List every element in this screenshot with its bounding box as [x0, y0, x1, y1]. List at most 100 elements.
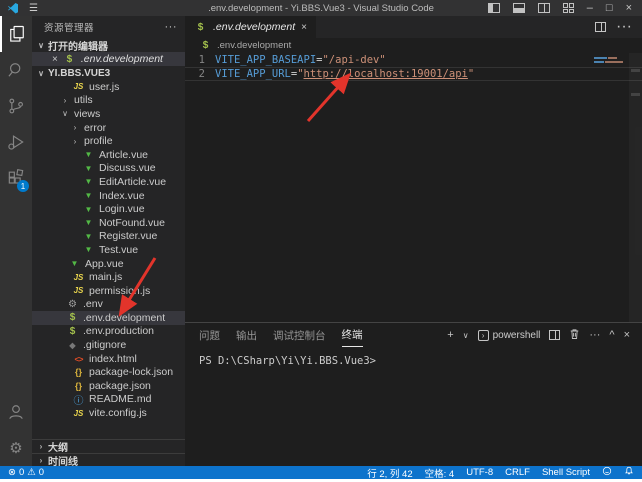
tree-item-editarticle[interactable]: ▼EditArticle.vue — [32, 175, 185, 189]
url-link[interactable]: http://localhost:19001/api — [304, 68, 468, 80]
maximize-panel-icon[interactable]: ^ — [609, 329, 614, 341]
tab-label: .env.development — [213, 21, 295, 33]
tab-debug-console[interactable]: 调试控制台 — [273, 323, 326, 347]
chevron-right-icon: › — [70, 137, 80, 146]
env-icon: $ — [199, 40, 212, 51]
terminal-dropdown-icon[interactable]: ∨ — [463, 331, 469, 340]
indent-setting[interactable]: 空格: 4 — [425, 466, 455, 480]
source-control-icon[interactable] — [0, 88, 32, 124]
feedback-icon[interactable] — [602, 466, 612, 479]
editor-scrollbar[interactable] — [629, 53, 642, 322]
tree-item-views[interactable]: ∨views — [32, 107, 185, 121]
split-editor-icon[interactable] — [595, 22, 606, 32]
toggle-sidebar-icon[interactable] — [488, 3, 500, 13]
tree-item-env-development[interactable]: $.env.development — [32, 311, 185, 325]
sidebar-more-icon[interactable]: ··· — [165, 21, 178, 33]
tree-item-notfound[interactable]: ▼NotFound.vue — [32, 216, 185, 230]
problems-status[interactable]: ⊗ 0 ⚠ 0 — [8, 467, 44, 478]
status-bar: ⊗ 0 ⚠ 0 行 2, 列 42 空格: 4 UTF-8 CRLF Shell… — [0, 466, 642, 479]
vue-icon: ▼ — [82, 245, 95, 254]
settings-gear-icon[interactable]: ⚙ — [0, 430, 32, 466]
tree-item-userjs[interactable]: JSuser.js — [32, 80, 185, 94]
tree-item-viteconfig[interactable]: JSvite.config.js — [32, 406, 185, 420]
vscode-logo-icon — [7, 2, 19, 14]
sidebar-header: 资源管理器 ··· — [32, 16, 185, 38]
tab-problems[interactable]: 问题 — [199, 323, 220, 347]
tree-item-utils[interactable]: ›utils — [32, 94, 185, 108]
vue-icon: ▼ — [82, 218, 95, 227]
tree-item-env[interactable]: ⚙.env — [32, 298, 185, 312]
close-button[interactable]: × — [626, 3, 632, 13]
kill-terminal-icon[interactable] — [569, 328, 580, 343]
env-icon: $ — [63, 54, 76, 65]
shell-selector[interactable]: › powershell — [478, 330, 541, 341]
tree-item-login[interactable]: ▼Login.vue — [32, 202, 185, 216]
vue-icon: ▼ — [82, 205, 95, 214]
tree-item-indexhtml[interactable]: <>index.html — [32, 352, 185, 366]
language-mode[interactable]: Shell Script — [542, 467, 590, 478]
chevron-down-icon: ∨ — [36, 41, 46, 50]
error-icon: ⊗ — [8, 467, 16, 478]
customize-layout-icon[interactable] — [563, 3, 574, 13]
terminal-content[interactable]: PS D:\CSharp\Yi\Yi.BBS.Vue3> — [185, 347, 642, 367]
tree-item-register[interactable]: ▼Register.vue — [32, 230, 185, 244]
tree-item-discuss[interactable]: ▼Discuss.vue — [32, 162, 185, 176]
tree-item-mainjs[interactable]: JSmain.js — [32, 270, 185, 284]
search-icon[interactable] — [0, 52, 32, 88]
chevron-right-icon: › — [36, 456, 46, 465]
env-icon: $ — [66, 326, 79, 337]
outline-section[interactable]: › 大纲 — [32, 439, 185, 453]
terminal-icon: › — [478, 330, 489, 341]
tab-output[interactable]: 输出 — [236, 323, 257, 347]
encoding[interactable]: UTF-8 — [466, 467, 493, 478]
tree-item-index[interactable]: ▼Index.vue — [32, 189, 185, 203]
new-terminal-icon[interactable]: + — [447, 329, 453, 341]
toggle-secondary-sidebar-icon[interactable] — [538, 3, 550, 13]
tab-env-development[interactable]: $ .env.development × — [185, 16, 316, 38]
maximize-button[interactable]: □ — [606, 3, 613, 13]
code-editor[interactable]: 1 VITE_APP_BASEAPI="/api-dev" 2 VITE_APP… — [185, 53, 642, 322]
open-editors-section[interactable]: ∨ 打开的编辑器 — [32, 38, 185, 52]
cursor-position[interactable]: 行 2, 列 42 — [367, 466, 412, 480]
extensions-icon[interactable]: 1 — [0, 160, 32, 196]
main-region: 1 ⚙ 资源管理器 ··· ∨ 打开的编辑器 × — [0, 16, 642, 466]
tree-item-permissionjs[interactable]: JSpermission.js — [32, 284, 185, 298]
bell-icon[interactable] — [624, 466, 634, 479]
tree-item-gitignore[interactable]: ◆.gitignore — [32, 338, 185, 352]
tree-item-env-production[interactable]: $.env.production — [32, 325, 185, 339]
account-icon[interactable] — [0, 394, 32, 430]
tree-item-packagejson[interactable]: {}package.json — [32, 379, 185, 393]
run-debug-icon[interactable] — [0, 124, 32, 160]
panel-more-icon[interactable]: ··· — [589, 329, 600, 341]
timeline-section[interactable]: › 时间线 — [32, 453, 185, 466]
tree-item-test[interactable]: ▼Test.vue — [32, 243, 185, 257]
menu-icon[interactable]: ☰ — [29, 3, 38, 14]
close-tab-icon[interactable]: × — [301, 22, 307, 33]
split-terminal-icon[interactable] — [549, 330, 560, 340]
breadcrumb[interactable]: $ .env.development — [185, 38, 642, 53]
minimap[interactable] — [594, 57, 626, 65]
toggle-panel-icon[interactable] — [513, 3, 525, 13]
tree-item-profile[interactable]: ›profile — [32, 134, 185, 148]
tree-item-appvue[interactable]: ▼App.vue — [32, 257, 185, 271]
explorer-icon[interactable] — [0, 16, 32, 52]
close-panel-icon[interactable]: × — [624, 329, 630, 341]
sidebar-title: 资源管理器 — [44, 20, 94, 34]
minimize-button[interactable]: – — [587, 3, 593, 13]
vue-icon: ▼ — [82, 164, 95, 173]
tree-item-article[interactable]: ▼Article.vue — [32, 148, 185, 162]
gear-icon: ⚙ — [66, 299, 79, 310]
tab-terminal[interactable]: 终端 — [342, 323, 363, 347]
eol-setting[interactable]: CRLF — [505, 467, 530, 478]
info-icon: ⓘ — [72, 392, 85, 407]
tree-item-readme[interactable]: ⓘREADME.md — [32, 393, 185, 407]
tree-item-error[interactable]: ›error — [32, 121, 185, 135]
project-section-header[interactable]: ∨ YI.BBS.VUE3 — [32, 66, 185, 80]
file-tree: JSuser.js ›utils ∨views ›error ›profile … — [32, 80, 185, 420]
vue-icon: ▼ — [82, 150, 95, 159]
open-editor-item[interactable]: × $ .env.development — [32, 52, 185, 66]
tree-item-package-lock[interactable]: {}package-lock.json — [32, 365, 185, 379]
close-editor-icon[interactable]: × — [52, 54, 58, 65]
editor-more-icon[interactable]: ··· — [616, 18, 632, 36]
html-icon: <> — [72, 354, 85, 364]
